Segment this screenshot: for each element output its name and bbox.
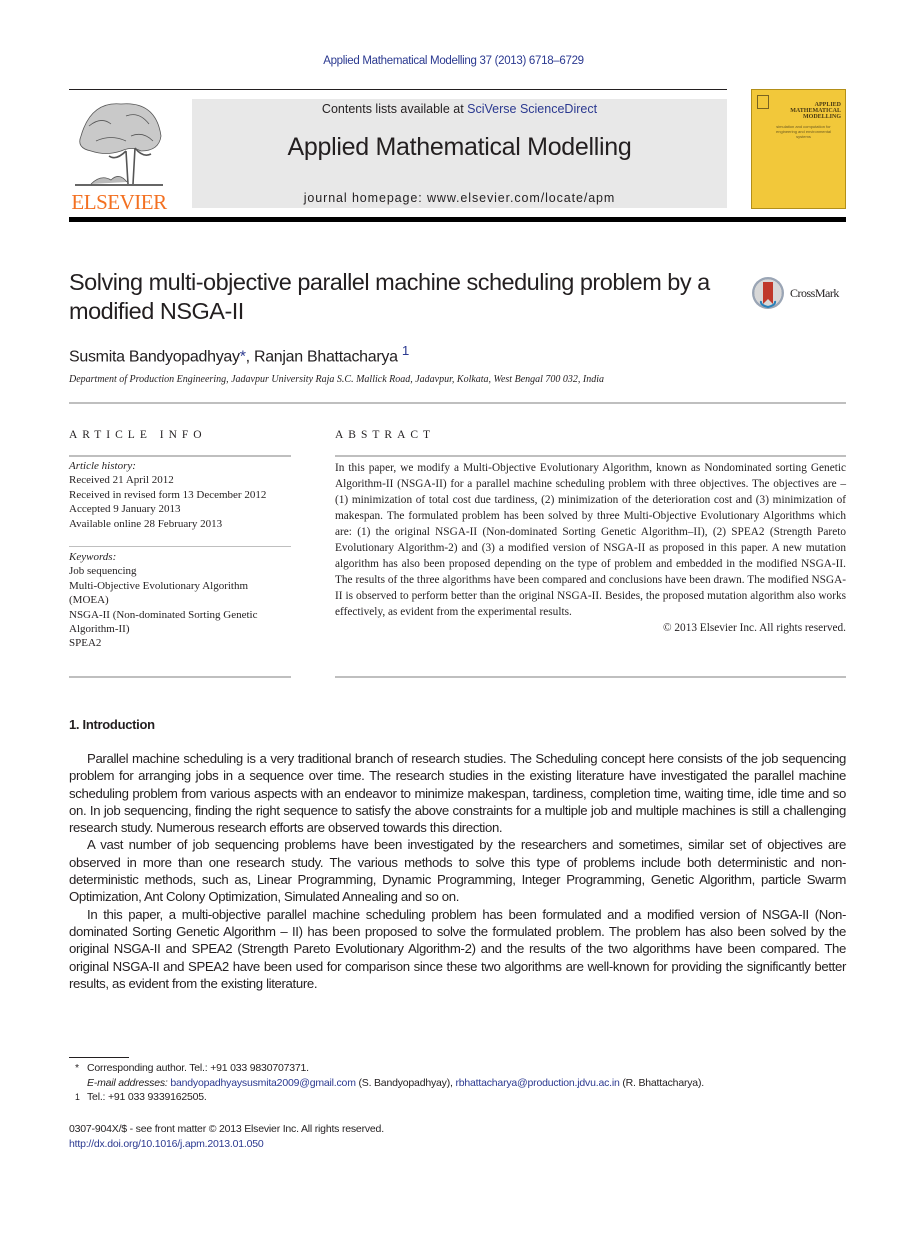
author-name[interactable]: Susmita Bandyopadhyay <box>69 348 240 365</box>
introduction-body: Parallel machine scheduling is a very tr… <box>69 750 846 992</box>
journal-homepage[interactable]: journal homepage: www.elsevier.com/locat… <box>192 191 727 205</box>
keyword-item: SPEA2 <box>69 637 102 650</box>
contents-line: Contents lists available at SciVerse Sci… <box>192 102 727 116</box>
paragraph: In this paper, a multi-objective paralle… <box>69 906 846 991</box>
history-item: Received 21 April 2012 <box>69 474 174 487</box>
email-owner: (S. Bandyopadhyay), <box>355 1076 456 1089</box>
author-name[interactable]: Ranjan Bhattacharya <box>254 348 398 365</box>
article-info-heading: ARTICLE INFO <box>69 429 207 441</box>
email-link[interactable]: rbhattacharya@production.jdvu.ac.in <box>455 1077 619 1089</box>
issn-line: 0307-904X/$ - see front matter © 2013 El… <box>69 1123 384 1135</box>
article-info-rule <box>69 455 291 457</box>
abstract-text: In this paper, we modify a Multi-Objecti… <box>335 462 846 618</box>
email-owner: (R. Bhattacharya). <box>619 1076 704 1089</box>
keyword-item: Multi-Objective Evolutionary Algorithm (… <box>69 579 249 607</box>
affiliation-rule <box>69 402 846 404</box>
journal-name: Applied Mathematical Modelling <box>287 133 632 161</box>
elsevier-logo[interactable]: ELSEVIER <box>69 96 169 214</box>
doi-link[interactable]: http://dx.doi.org/10.1016/j.apm.2013.01.… <box>69 1138 264 1150</box>
keywords-label: Keywords: <box>69 551 117 563</box>
journal-citation[interactable]: Applied Mathematical Modelling 37 (2013)… <box>0 55 907 67</box>
footnotes: * Corresponding author. Tel.: +91 033 98… <box>69 1061 846 1105</box>
author-affiliation: Department of Production Engineering, Ja… <box>69 374 605 385</box>
cover-elsevier-icon <box>757 95 769 109</box>
corresponding-text: Corresponding author. Tel.: +91 033 9830… <box>87 1062 309 1074</box>
footnote-1: 1 Tel.: +91 033 9339162505. <box>69 1090 846 1105</box>
footnote-mark[interactable]: 1 <box>402 343 409 358</box>
issn-block: 0307-904X/$ - see front matter © 2013 El… <box>69 1122 384 1152</box>
paragraph: Parallel machine scheduling is a very tr… <box>69 751 846 836</box>
journal-cover-thumbnail[interactable]: APPLIED MATHEMATICAL MODELLING simulatio… <box>751 89 846 209</box>
abstract-copyright: © 2013 Elsevier Inc. All rights reserved… <box>662 622 846 634</box>
email-label: E-mail addresses: <box>87 1076 168 1089</box>
abstract-heading: ABSTRACT <box>335 429 436 441</box>
article-info-bottom-rule <box>69 676 291 678</box>
article-history: Article history: Received 21 April 2012 … <box>69 459 294 531</box>
author-separator: , <box>245 348 254 366</box>
abstract-bottom-rule <box>335 676 846 678</box>
contents-prefix: Contents lists available at <box>321 102 468 116</box>
keywords-rule <box>69 546 291 547</box>
abstract-rule <box>335 455 846 457</box>
keyword-item: NSGA-II (Non-dominated Sorting Genetic A… <box>69 608 258 636</box>
citation-link[interactable]: Applied Mathematical Modelling 37 (2013)… <box>323 55 584 67</box>
history-item: Available online 28 February 2013 <box>69 517 223 530</box>
footnote-corresponding: * Corresponding author. Tel.: +91 033 98… <box>69 1061 846 1076</box>
author-list: Susmita Bandyopadhyay*, Ranjan Bhattacha… <box>69 343 409 366</box>
cover-subtitle: simulation and computation for engineeri… <box>776 124 831 139</box>
cover-title: APPLIED MATHEMATICAL MODELLING <box>790 102 841 120</box>
sciencedirect-link[interactable]: SciVerse ScienceDirect <box>467 102 597 116</box>
section-heading-introduction: 1. Introduction <box>69 717 155 732</box>
footnote-emails: E-mail addresses: bandyopadhyaysusmita20… <box>69 1076 846 1091</box>
header-top-rule <box>69 89 727 90</box>
footnote-1-text: Tel.: +91 033 9339162505. <box>87 1091 207 1104</box>
elsevier-wordmark: ELSEVIER <box>71 190 167 214</box>
footnote-rule <box>69 1057 129 1058</box>
crossmark-icon <box>752 277 784 309</box>
journal-banner: Contents lists available at SciVerse Sci… <box>192 99 727 208</box>
crossmark-badge[interactable]: CrossMark <box>752 277 847 311</box>
footnote-star: * <box>75 1062 79 1074</box>
abstract: In this paper, we modify a Multi-Objecti… <box>335 460 846 636</box>
keywords: Keywords: Job sequencing Multi-Objective… <box>69 550 284 651</box>
elsevier-tree-icon <box>75 103 163 186</box>
keyword-item: Job sequencing <box>69 565 137 578</box>
article-title: Solving multi-objective parallel machine… <box>69 269 710 324</box>
header-thick-rule <box>69 217 846 222</box>
history-item: Accepted 9 January 2013 <box>69 503 181 516</box>
email-link[interactable]: bandyopadhyaysusmita2009@gmail.com <box>170 1077 356 1089</box>
crossmark-label: CrossMark <box>790 286 839 300</box>
article-history-label: Article history: <box>69 460 136 472</box>
footnote-number: 1 <box>75 1092 80 1103</box>
paragraph: A vast number of job sequencing problems… <box>69 837 846 905</box>
history-item: Received in revised form 13 December 201… <box>69 488 267 501</box>
